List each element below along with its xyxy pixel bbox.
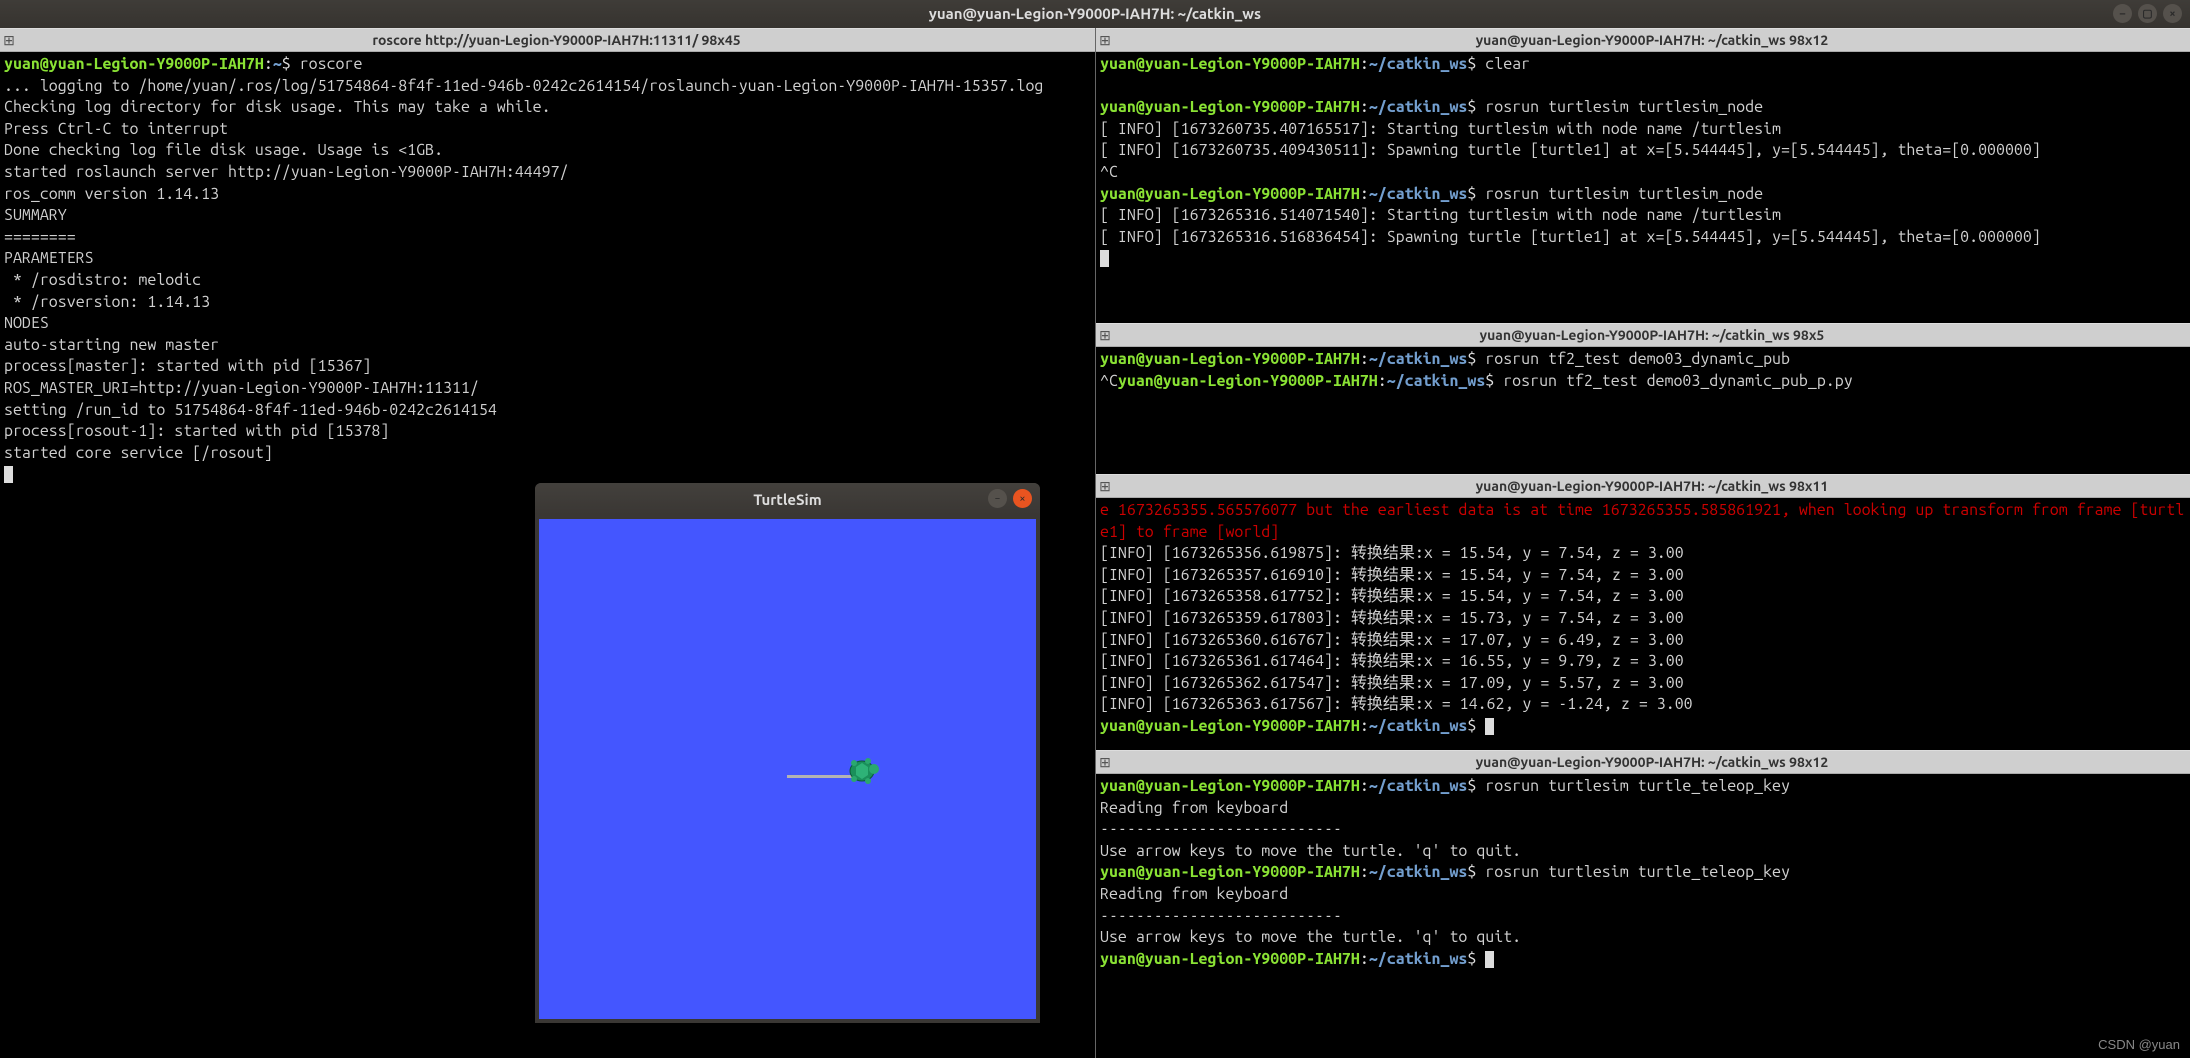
- main-titlebar: yuan@yuan-Legion-Y9000P-IAH7H: ~/catkin_…: [0, 0, 2190, 28]
- turtlesim-close-icon[interactable]: ×: [1013, 489, 1032, 508]
- tab-icon[interactable]: ⊞: [0, 32, 18, 49]
- tab-icon[interactable]: ⊞: [1096, 478, 1114, 495]
- turtle-icon: [844, 751, 880, 787]
- turtle-sprite: [844, 751, 880, 787]
- terminal-r1[interactable]: yuan@yuan-Legion-Y9000P-IAH7H:~/catkin_w…: [1096, 52, 2190, 323]
- minimize-icon[interactable]: –: [2113, 4, 2132, 23]
- pane-titlebar-r3[interactable]: ⊞ yuan@yuan-Legion-Y9000P-IAH7H: ~/catki…: [1096, 474, 2190, 498]
- watermark: CSDN @yuan: [2098, 1037, 2180, 1052]
- close-icon[interactable]: ×: [2163, 4, 2182, 23]
- maximize-icon[interactable]: ▢: [2138, 4, 2157, 23]
- pane-titlebar-roscore[interactable]: ⊞ roscore http://yuan-Legion-Y9000P-IAH7…: [0, 28, 1095, 52]
- pane-tf2-pub: ⊞ yuan@yuan-Legion-Y9000P-IAH7H: ~/catki…: [1096, 323, 2190, 474]
- turtlesim-window[interactable]: TurtleSim – ×: [535, 483, 1040, 1023]
- main-title-text: yuan@yuan-Legion-Y9000P-IAH7H: ~/catkin_…: [929, 5, 1261, 22]
- turtlesim-minimize-icon[interactable]: –: [988, 489, 1007, 508]
- turtlesim-controls: – ×: [988, 489, 1032, 508]
- pane-title-text: yuan@yuan-Legion-Y9000P-IAH7H: ~/catkin_…: [1114, 478, 2190, 494]
- terminal-r3[interactable]: e 1673265355.565576077 but the earliest …: [1096, 498, 2190, 750]
- window-controls: – ▢ ×: [2113, 4, 2182, 23]
- pane-turtlesim-node: ⊞ yuan@yuan-Legion-Y9000P-IAH7H: ~/catki…: [1096, 28, 2190, 323]
- tab-icon[interactable]: ⊞: [1096, 327, 1114, 344]
- turtlesim-titlebar[interactable]: TurtleSim – ×: [535, 483, 1040, 515]
- turtle-trail: [787, 775, 852, 778]
- pane-title-text: roscore http://yuan-Legion-Y9000P-IAH7H:…: [18, 32, 1095, 48]
- pane-titlebar-r2[interactable]: ⊞ yuan@yuan-Legion-Y9000P-IAH7H: ~/catki…: [1096, 323, 2190, 347]
- tab-icon[interactable]: ⊞: [1096, 754, 1114, 771]
- pane-title-text: yuan@yuan-Legion-Y9000P-IAH7H: ~/catkin_…: [1114, 754, 2190, 770]
- terminal-r2[interactable]: yuan@yuan-Legion-Y9000P-IAH7H:~/catkin_w…: [1096, 347, 2190, 474]
- terminal-r4[interactable]: yuan@yuan-Legion-Y9000P-IAH7H:~/catkin_w…: [1096, 774, 2190, 1058]
- pane-teleop: ⊞ yuan@yuan-Legion-Y9000P-IAH7H: ~/catki…: [1096, 750, 2190, 1058]
- pane-titlebar-r4[interactable]: ⊞ yuan@yuan-Legion-Y9000P-IAH7H: ~/catki…: [1096, 750, 2190, 774]
- turtlesim-title: TurtleSim: [535, 491, 1040, 508]
- workspace: ⊞ roscore http://yuan-Legion-Y9000P-IAH7…: [0, 28, 2190, 1058]
- turtlesim-canvas[interactable]: [539, 519, 1036, 1019]
- pane-title-text: yuan@yuan-Legion-Y9000P-IAH7H: ~/catkin_…: [1114, 327, 2190, 343]
- tab-icon[interactable]: ⊞: [1096, 32, 1114, 49]
- pane-titlebar-r1[interactable]: ⊞ yuan@yuan-Legion-Y9000P-IAH7H: ~/catki…: [1096, 28, 2190, 52]
- right-column: ⊞ yuan@yuan-Legion-Y9000P-IAH7H: ~/catki…: [1095, 28, 2190, 1058]
- pane-title-text: yuan@yuan-Legion-Y9000P-IAH7H: ~/catkin_…: [1114, 32, 2190, 48]
- pane-tf2-listener: ⊞ yuan@yuan-Legion-Y9000P-IAH7H: ~/catki…: [1096, 474, 2190, 750]
